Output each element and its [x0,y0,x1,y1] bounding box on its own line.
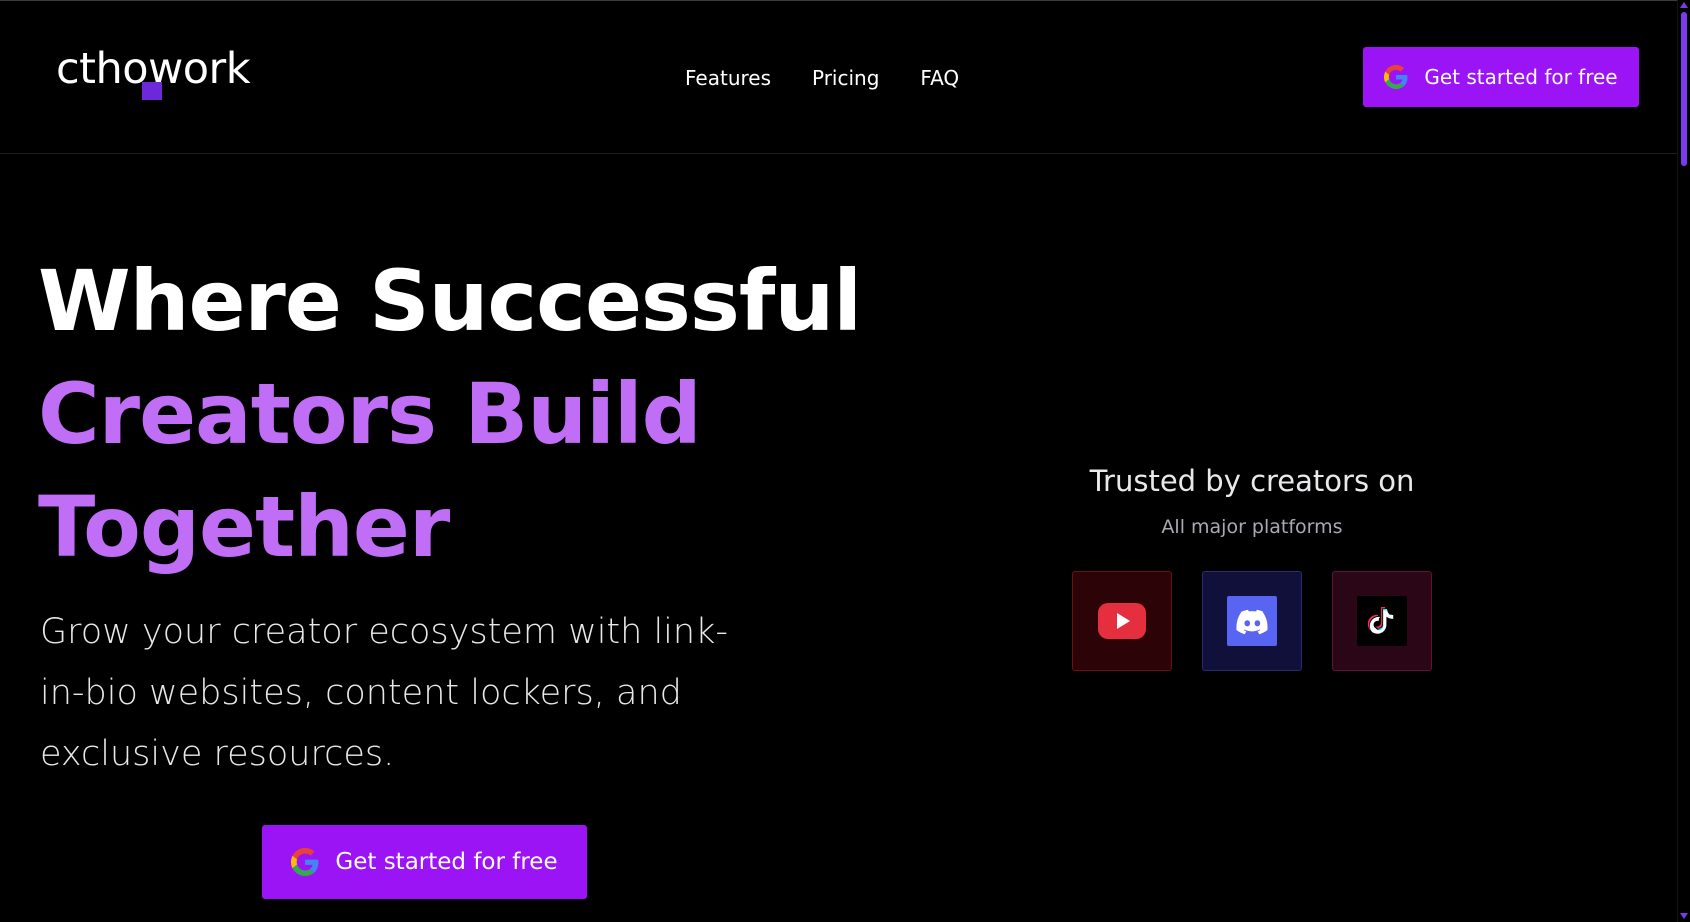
hero-title: Where Successful Creators Build Together [38,245,862,584]
hero-get-started-button[interactable]: Get started for free [262,825,587,899]
platform-list [1072,571,1432,671]
nav-features[interactable]: Features [685,66,771,90]
hero-subtitle: Grow your creator ecosystem with link-in… [40,612,728,774]
trusted-subtitle: All major platforms [1161,516,1343,538]
vertical-scrollbar[interactable] [1677,0,1690,922]
trusted-title: Trusted by creators on [1089,464,1415,498]
platform-tiktok[interactable] [1332,571,1432,671]
scroll-down-arrow-icon[interactable] [1680,913,1688,919]
tiktok-icon [1357,596,1407,646]
google-icon [1384,65,1408,89]
nav-pricing[interactable]: Pricing [812,66,879,90]
hero-title-line-3: Together [38,478,450,576]
platform-discord[interactable] [1202,571,1302,671]
scroll-up-arrow-icon[interactable] [1680,2,1688,8]
hero-title-line-2: Creators Build [38,365,702,463]
nav-faq[interactable]: FAQ [920,66,959,90]
main-nav: Features Pricing FAQ [685,66,959,90]
site-header: cthowork Features Pricing FAQ Get starte… [0,0,1677,154]
youtube-icon [1098,603,1146,639]
landing-page: cthowork Features Pricing FAQ Get starte… [0,0,1690,922]
logo-mark [142,82,162,100]
hero-cta-label: Get started for free [335,849,558,875]
scroll-thumb[interactable] [1681,12,1687,166]
discord-icon [1227,596,1277,646]
platform-youtube[interactable] [1072,571,1172,671]
header-cta-label: Get started for free [1424,65,1618,89]
header-get-started-button[interactable]: Get started for free [1363,47,1639,107]
google-icon [291,848,319,876]
hero-title-line-1: Where Successful [38,252,862,350]
